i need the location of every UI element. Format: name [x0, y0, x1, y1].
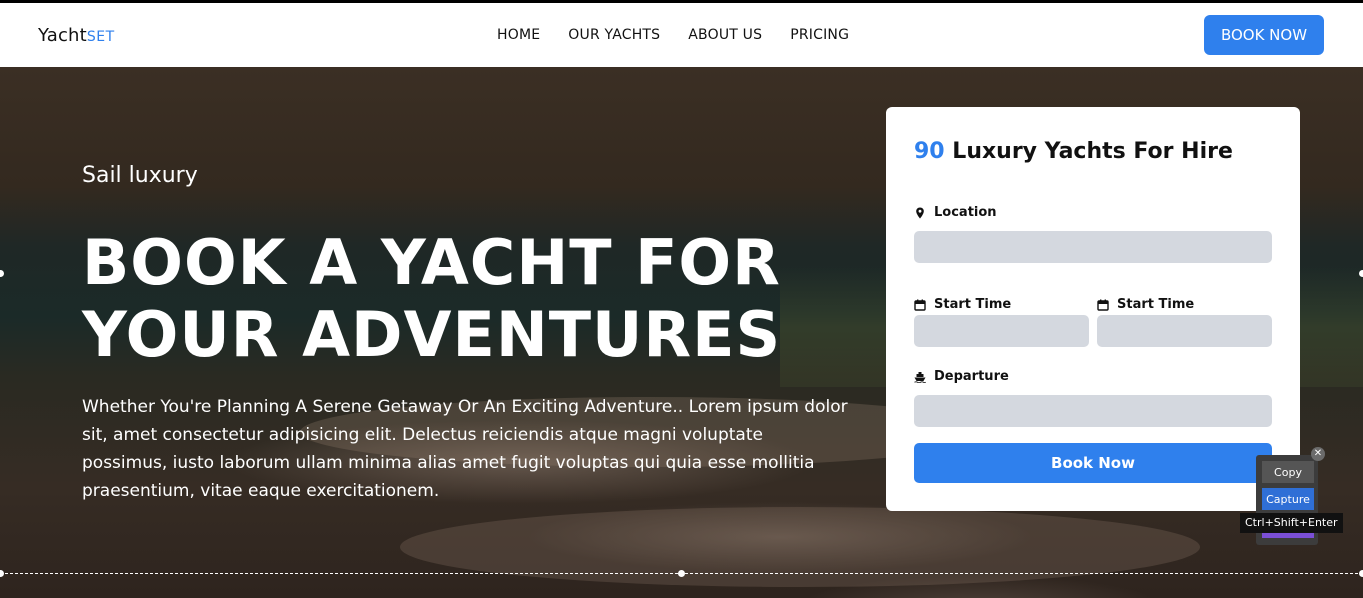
resize-handle[interactable]: [1359, 570, 1363, 577]
departure-input[interactable]: [914, 395, 1272, 427]
start-time-label-1-text: Start Time: [934, 297, 1012, 312]
ship-icon: [914, 371, 926, 383]
calendar-icon: [1097, 299, 1109, 311]
hero-headline-line-1: BOOK A YACHT FOR: [82, 226, 781, 299]
resize-handle[interactable]: [1359, 270, 1363, 277]
departure-label-text: Departure: [934, 369, 1009, 384]
departure-label: Departure: [914, 369, 1009, 384]
navbar: YachtSET HOME OUR YACHTS ABOUT US PRICIN…: [0, 3, 1363, 67]
location-label: Location: [914, 205, 997, 220]
booking-card-title: 90 Luxury Yachts For Hire: [914, 139, 1233, 164]
start-time-input-1[interactable]: [914, 315, 1089, 347]
hero-description: Whether You're Planning A Serene Getaway…: [82, 397, 848, 501]
hero-eyebrow: Sail luxury: [82, 163, 198, 188]
logo-accent: SET: [86, 29, 115, 45]
start-time-label-2-text: Start Time: [1117, 297, 1195, 312]
hero-headline-line-2: YOUR ADVENTURES: [82, 298, 782, 371]
nav-link-pricing[interactable]: PRICING: [790, 27, 849, 43]
nav-link-home[interactable]: HOME: [497, 27, 540, 43]
nav-link-about-us[interactable]: ABOUT US: [688, 27, 762, 43]
booking-card-title-text: Luxury Yachts For Hire: [952, 139, 1233, 164]
logo-text: Yacht: [38, 25, 87, 46]
location-input[interactable]: [914, 231, 1272, 263]
yacht-count: 90: [914, 139, 945, 164]
hero-background-yacht: [400, 507, 1200, 587]
logo[interactable]: YachtSET: [38, 25, 115, 46]
booking-submit-button[interactable]: Book Now: [914, 443, 1272, 483]
resize-handle[interactable]: [678, 570, 685, 577]
copy-button[interactable]: Copy: [1262, 461, 1314, 483]
book-now-button[interactable]: BOOK NOW: [1204, 15, 1324, 55]
map-pin-icon: [916, 207, 924, 218]
main-nav: HOME OUR YACHTS ABOUT US PRICING: [497, 27, 877, 43]
start-time-label-1: Start Time: [914, 297, 1011, 312]
start-time-input-2[interactable]: [1097, 315, 1272, 347]
start-time-label-2: Start Time: [1097, 297, 1194, 312]
location-label-text: Location: [934, 205, 997, 220]
shortcut-tooltip: Ctrl+Shift+Enter: [1240, 513, 1343, 533]
close-icon[interactable]: ✕: [1311, 447, 1325, 461]
hero-headline: BOOK A YACHT FOR YOUR ADVENTURES: [82, 227, 842, 371]
capture-button[interactable]: Capture: [1262, 488, 1314, 510]
nav-link-our-yachts[interactable]: OUR YACHTS: [568, 27, 660, 43]
booking-card: 90 Luxury Yachts For Hire Location Start…: [886, 107, 1300, 511]
calendar-icon: [914, 299, 926, 311]
